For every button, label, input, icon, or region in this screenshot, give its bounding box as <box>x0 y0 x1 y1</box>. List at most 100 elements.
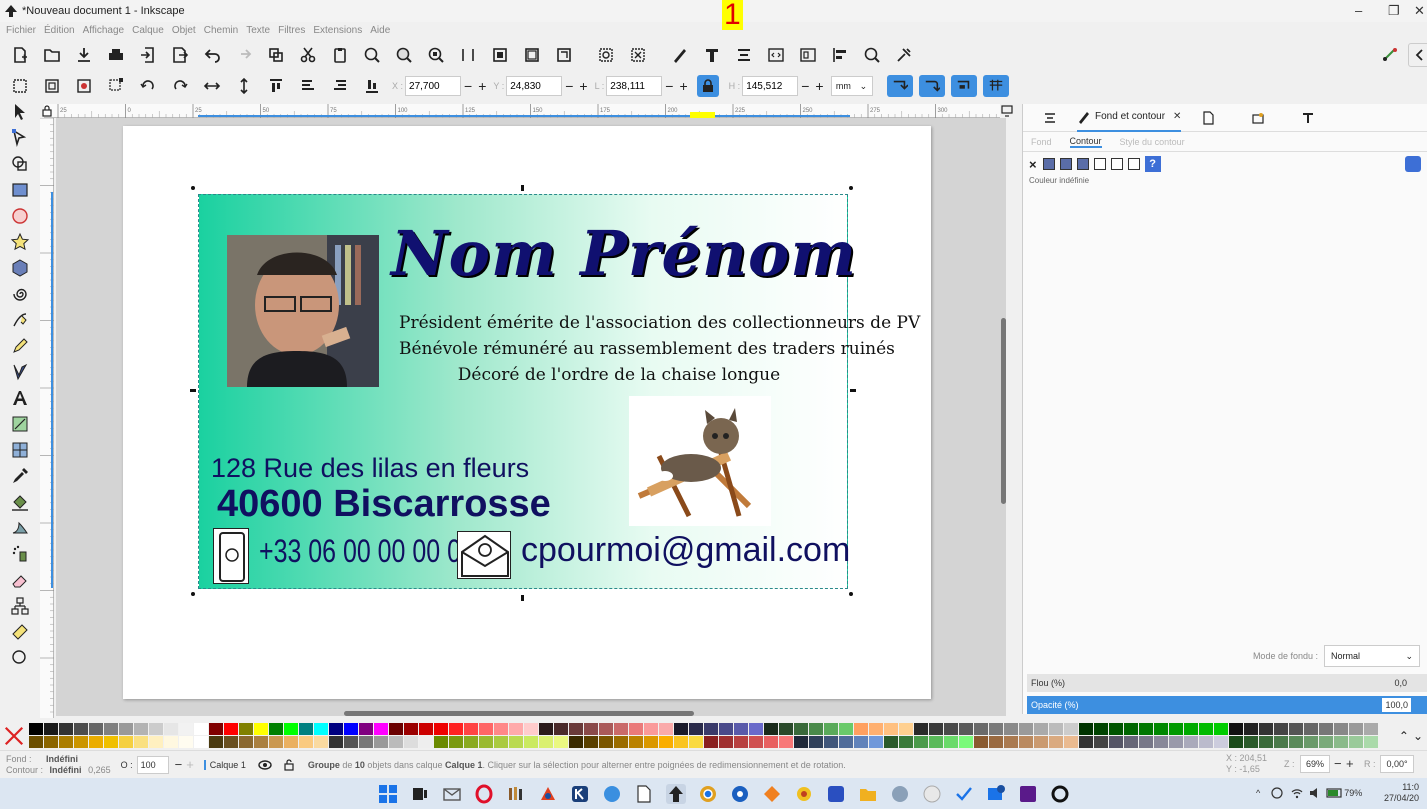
color-swatch[interactable] <box>89 736 103 748</box>
color-swatch[interactable] <box>44 723 58 735</box>
color-swatch[interactable] <box>74 736 88 748</box>
display-mode-button[interactable] <box>1000 104 1016 118</box>
color-swatch[interactable] <box>209 736 223 748</box>
color-swatch[interactable] <box>764 736 778 748</box>
color-swatch[interactable] <box>704 736 718 748</box>
x-decrement-button[interactable]: − <box>464 78 472 94</box>
color-swatch[interactable] <box>149 736 163 748</box>
color-swatch[interactable] <box>944 736 958 748</box>
color-swatch[interactable] <box>1124 736 1138 748</box>
color-swatch[interactable] <box>1229 736 1243 748</box>
color-swatch[interactable] <box>1199 723 1213 735</box>
tab-text-font[interactable] <box>1301 111 1315 125</box>
color-swatch[interactable] <box>719 723 733 735</box>
rotate-ccw-button[interactable] <box>136 74 160 98</box>
paste-button[interactable] <box>328 43 352 67</box>
color-swatch[interactable] <box>1184 723 1198 735</box>
color-swatch[interactable] <box>674 723 688 735</box>
color-swatch[interactable] <box>1139 723 1153 735</box>
connector-tool[interactable] <box>6 594 34 618</box>
chevron-up-icon[interactable]: ^ <box>1256 788 1260 798</box>
color-swatch[interactable] <box>614 736 628 748</box>
paint-radial-button[interactable] <box>1076 158 1089 170</box>
height-input[interactable] <box>742 76 799 96</box>
app-record-icon[interactable] <box>1050 784 1070 804</box>
windows-start-icon[interactable] <box>378 784 398 804</box>
copy-button[interactable] <box>264 43 288 67</box>
chrome-icon[interactable] <box>698 784 718 804</box>
color-swatch[interactable] <box>1199 736 1213 748</box>
duplicate-button[interactable] <box>488 43 512 67</box>
color-swatch[interactable] <box>1364 723 1378 735</box>
selection-handle-left[interactable] <box>189 387 196 393</box>
color-swatch[interactable] <box>644 736 658 748</box>
color-swatch[interactable] <box>1229 723 1243 735</box>
color-swatch[interactable] <box>164 736 178 748</box>
color-swatch[interactable] <box>599 723 613 735</box>
mesh-tool[interactable] <box>6 438 34 462</box>
color-swatch[interactable] <box>194 723 208 735</box>
color-swatch[interactable] <box>1214 723 1228 735</box>
color-swatch[interactable] <box>689 736 703 748</box>
color-swatch[interactable] <box>1109 723 1123 735</box>
lower-bottom-button[interactable] <box>360 74 384 98</box>
menu-aide[interactable]: Aide <box>370 25 390 36</box>
color-swatch[interactable] <box>839 723 853 735</box>
card-phone[interactable]: +33 06 00 00 00 00 <box>259 533 475 570</box>
color-swatch[interactable] <box>314 723 328 735</box>
blur-slider[interactable]: Flou (%) 0,0 <box>1027 674 1427 692</box>
touch-select-button[interactable] <box>104 74 128 98</box>
raise-top-button[interactable] <box>264 74 288 98</box>
color-swatch[interactable] <box>1364 736 1378 748</box>
color-swatch[interactable] <box>164 723 178 735</box>
color-swatch[interactable] <box>989 723 1003 735</box>
color-swatch[interactable] <box>44 736 58 748</box>
opacity-decrement-button[interactable]: − <box>175 757 183 772</box>
snap-toggle-button[interactable] <box>1378 43 1402 67</box>
objects-button[interactable] <box>796 43 820 67</box>
color-swatch[interactable] <box>629 723 643 735</box>
color-swatch[interactable] <box>764 723 778 735</box>
selection-handle-top[interactable] <box>519 184 525 191</box>
maximize-button[interactable]: ❐ <box>1388 3 1400 19</box>
select-all-button[interactable] <box>8 74 32 98</box>
color-swatch[interactable] <box>449 736 463 748</box>
color-swatch[interactable] <box>344 723 358 735</box>
menu-texte[interactable]: Texte <box>246 25 270 36</box>
color-swatch[interactable] <box>929 723 943 735</box>
color-swatch[interactable] <box>929 736 943 748</box>
color-swatch[interactable] <box>959 736 973 748</box>
tab-close-button[interactable]: ✕ <box>1173 111 1181 122</box>
width-decrement-button[interactable]: − <box>665 78 673 94</box>
color-swatch[interactable] <box>1214 736 1228 748</box>
color-swatch[interactable] <box>809 723 823 735</box>
color-swatch[interactable] <box>104 736 118 748</box>
paint-bucket-tool[interactable] <box>6 490 34 514</box>
ellipse-tool[interactable] <box>6 204 34 228</box>
zoom-in-button[interactable]: + <box>1346 756 1354 771</box>
zoom-out-button[interactable]: − <box>1334 756 1342 771</box>
menu-filtres[interactable]: Filtres <box>278 25 305 36</box>
zoom-width-button[interactable] <box>456 43 480 67</box>
color-swatch[interactable] <box>1064 723 1078 735</box>
redo-button[interactable] <box>232 43 256 67</box>
color-swatch[interactable] <box>1019 736 1033 748</box>
subtab-fill[interactable]: Fond <box>1031 137 1052 147</box>
text-font-button[interactable] <box>700 43 724 67</box>
opacity-value[interactable]: 100,0 <box>1382 698 1411 712</box>
scale-stroke-button[interactable] <box>886 75 913 97</box>
color-swatch[interactable] <box>329 723 343 735</box>
spray-tool[interactable] <box>6 542 34 566</box>
height-increment-button[interactable]: + <box>815 78 823 94</box>
volume-icon[interactable] <box>1308 786 1322 800</box>
deselect-button[interactable] <box>72 74 96 98</box>
color-swatch[interactable] <box>179 736 193 748</box>
color-swatch[interactable] <box>539 723 553 735</box>
color-swatch[interactable] <box>509 723 523 735</box>
fill-stroke-button[interactable] <box>668 43 692 67</box>
color-swatch[interactable] <box>119 723 133 735</box>
app-k-icon[interactable] <box>570 784 590 804</box>
file-explorer-icon[interactable] <box>634 784 654 804</box>
color-swatch[interactable] <box>1019 723 1033 735</box>
color-swatch[interactable] <box>854 723 868 735</box>
